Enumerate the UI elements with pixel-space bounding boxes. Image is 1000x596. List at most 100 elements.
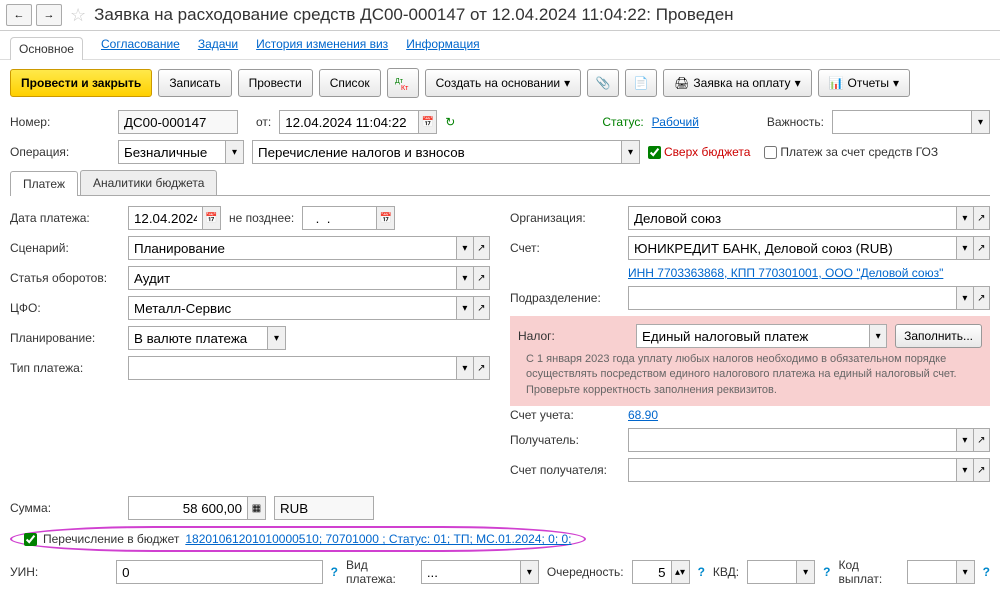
refresh-icon[interactable]: ↻ (445, 115, 455, 129)
dept-field[interactable] (628, 286, 957, 310)
help-icon[interactable]: ? (983, 565, 990, 579)
status-label: Статус: (602, 115, 643, 129)
dropdown-button[interactable]: ▾ (457, 296, 473, 320)
tab-tasks[interactable]: Задачи (198, 37, 238, 53)
subtab-payment[interactable]: Платеж (10, 171, 78, 196)
calendar-button[interactable]: 📅 (377, 206, 395, 230)
open-button[interactable]: ↗ (474, 236, 490, 260)
open-button[interactable]: ↗ (974, 458, 990, 482)
report-icon: 📊 (829, 76, 844, 90)
account-label: Счет: (510, 241, 620, 255)
calendar-button[interactable]: 📅 (419, 110, 437, 134)
to-budget-checkbox[interactable] (24, 533, 37, 546)
sum-field[interactable] (128, 496, 248, 520)
open-button[interactable]: ↗ (474, 296, 490, 320)
tab-info[interactable]: Информация (406, 37, 479, 53)
planning-field[interactable] (128, 326, 268, 350)
org-field[interactable] (628, 206, 957, 230)
favorite-star-icon[interactable]: ☆ (70, 5, 86, 26)
kvd-field[interactable] (747, 560, 797, 584)
tab-visa-history[interactable]: История изменения виз (256, 37, 388, 53)
help-icon[interactable]: ? (698, 565, 705, 579)
dropdown-button[interactable]: ▾ (957, 206, 973, 230)
chevron-down-icon: ▾ (795, 76, 801, 90)
paykind-field[interactable] (421, 560, 521, 584)
open-button[interactable]: ↗ (974, 286, 990, 310)
write-button[interactable]: Записать (158, 69, 231, 97)
document-button[interactable]: 📄 (625, 69, 657, 97)
spinner-button[interactable]: ▴▾ (672, 560, 690, 584)
cfo-label: ЦФО: (10, 301, 120, 315)
paycode-field[interactable] (907, 560, 957, 584)
open-button[interactable]: ↗ (974, 236, 990, 260)
open-button[interactable]: ↗ (974, 206, 990, 230)
create-based-button[interactable]: Создать на основании ▾ (425, 69, 582, 97)
payment-request-button[interactable]: 🖨 Заявка на оплату ▾ (663, 69, 811, 97)
post-and-close-button[interactable]: Провести и закрыть (10, 69, 152, 97)
operation-type-field[interactable] (118, 140, 226, 164)
importance-field[interactable] (832, 110, 972, 134)
dropdown-button[interactable]: ▾ (972, 110, 990, 134)
post-button[interactable]: Провести (238, 69, 313, 97)
back-button[interactable]: ← (6, 4, 32, 26)
dropdown-button[interactable]: ▾ (957, 236, 973, 260)
calendar-button[interactable]: 📅 (203, 206, 221, 230)
planning-label: Планирование: (10, 331, 120, 345)
tab-main[interactable]: Основное (10, 37, 83, 60)
paytype-label: Тип платежа: (10, 361, 120, 375)
open-button[interactable]: ↗ (474, 356, 490, 380)
dropdown-button[interactable]: ▾ (870, 324, 887, 348)
over-budget-checkbox[interactable] (648, 146, 661, 159)
inn-link[interactable]: ИНН 7703363868, КПП 770301001, ООО "Дело… (628, 266, 943, 280)
attach-button[interactable]: 📎 (587, 69, 619, 97)
dropdown-button[interactable]: ▾ (268, 326, 286, 350)
paydate-field[interactable] (128, 206, 203, 230)
cfo-field[interactable] (128, 296, 457, 320)
acc-account-label: Счет учета: (510, 408, 620, 422)
subtab-budget-analytics[interactable]: Аналитики бюджета (80, 170, 217, 195)
budget-details-link[interactable]: 18201061201010000510; 70701000 ; Статус:… (185, 532, 571, 546)
dropdown-button[interactable]: ▾ (622, 140, 640, 164)
acc-account-link[interactable]: 68.90 (628, 408, 658, 422)
sum-label: Сумма: (10, 501, 120, 515)
dt-kt-button[interactable]: ДтКт (387, 68, 419, 98)
dropdown-button[interactable]: ▾ (957, 560, 975, 584)
date-field[interactable] (279, 110, 419, 134)
order-field[interactable] (632, 560, 672, 584)
paytype-field[interactable] (128, 356, 457, 380)
reports-button[interactable]: 📊 Отчеты ▾ (818, 69, 910, 97)
dropdown-button[interactable]: ▾ (457, 236, 473, 260)
goz-payment-checkbox[interactable] (764, 146, 777, 159)
open-button[interactable]: ↗ (474, 266, 490, 290)
dropdown-button[interactable]: ▾ (457, 356, 473, 380)
help-icon[interactable]: ? (331, 565, 338, 579)
rec-acc-field[interactable] (628, 458, 957, 482)
turnover-field[interactable] (128, 266, 457, 290)
calc-button[interactable]: ▦ (248, 496, 266, 520)
dtkt-icon: ДтКт (395, 75, 411, 91)
dropdown-button[interactable]: ▾ (226, 140, 244, 164)
dropdown-button[interactable]: ▾ (957, 428, 973, 452)
scenario-field[interactable] (128, 236, 457, 260)
list-button[interactable]: Список (319, 69, 381, 97)
operation-detail-field[interactable] (252, 140, 622, 164)
account-field[interactable] (628, 236, 957, 260)
tax-help-text: С 1 января 2023 года уплату любых налого… (518, 352, 982, 398)
open-button[interactable]: ↗ (974, 428, 990, 452)
help-icon[interactable]: ? (823, 565, 830, 579)
page-title: Заявка на расходование средств ДС00-0001… (94, 5, 733, 25)
dropdown-button[interactable]: ▾ (957, 286, 973, 310)
dropdown-button[interactable]: ▾ (521, 560, 539, 584)
forward-button[interactable]: → (36, 4, 62, 26)
fill-button[interactable]: Заполнить... (895, 324, 982, 348)
tax-field[interactable] (636, 324, 870, 348)
dropdown-button[interactable]: ▾ (797, 560, 815, 584)
status-link[interactable]: Рабочий (652, 115, 699, 129)
nolater-field[interactable] (302, 206, 377, 230)
dropdown-button[interactable]: ▾ (957, 458, 973, 482)
uin-field[interactable] (116, 560, 323, 584)
dropdown-button[interactable]: ▾ (457, 266, 473, 290)
recipient-field[interactable] (628, 428, 957, 452)
number-field[interactable] (118, 110, 238, 134)
tab-approval[interactable]: Согласование (101, 37, 180, 53)
